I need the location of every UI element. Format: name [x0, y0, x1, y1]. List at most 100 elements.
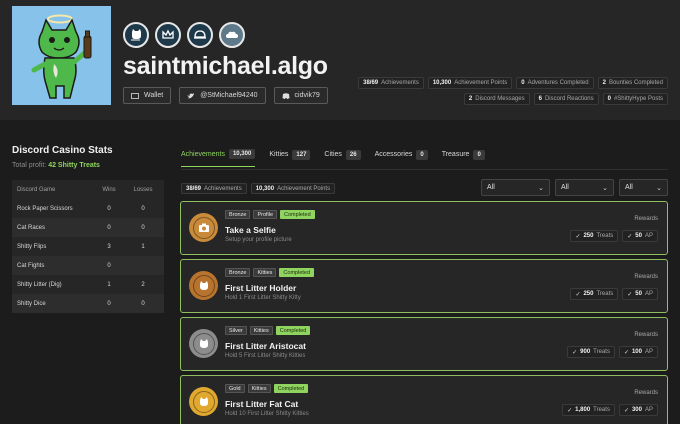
achievement-description: Hold 5 First Litter Shitty Kitties — [225, 353, 306, 359]
tab-accessories[interactable]: Accessories 0 — [375, 149, 428, 167]
table-row: Shitty Litter (Dig) 1 2 — [17, 281, 145, 288]
tab-kitties[interactable]: Kitties 127 — [269, 149, 311, 167]
achievement-badge — [189, 271, 218, 300]
rewards-label: Rewards — [634, 332, 658, 338]
filter-select-3[interactable]: All ⌄ — [619, 179, 668, 196]
check-icon: ✓ — [575, 233, 581, 240]
summary-achievement-points: 10,300 Achievement Points — [250, 183, 336, 194]
table-row: Shitty Dice 0 0 — [12, 294, 164, 313]
tab-achievements[interactable]: Achievements 10,300 — [181, 149, 256, 167]
rewards: ✓ 250 Treats ✓ 50 AP — [570, 230, 658, 242]
status-badge: Completed — [275, 326, 311, 335]
achievement-title: First Litter Fat Cat — [225, 399, 299, 409]
stat-bounties: 2 Bounties Completed — [597, 77, 668, 89]
achievement-card[interactable]: Bronze Kitties Completed First Litter Ho… — [180, 259, 668, 313]
treats-reward: ✓ 1,800 Treats — [562, 404, 615, 416]
summary-achievements: 38/69 Achievements — [181, 183, 247, 194]
status-badge: Completed — [280, 210, 315, 219]
username: saintmichael.algo — [123, 52, 328, 80]
table-row: Cat Fights 0 — [12, 256, 164, 275]
rewards-label: Rewards — [634, 216, 658, 222]
tab-treasure[interactable]: Treasure 0 — [442, 149, 485, 167]
achievement-tags: Bronze Kitties Completed — [225, 268, 315, 277]
profile-stats-row-1: 38/69 Achievements 10,300 Achievement Poin… — [358, 77, 668, 89]
ap-reward: ✓ 50 AP — [622, 288, 658, 300]
achievement-badge — [189, 329, 218, 358]
table-row: Rock Paper Scissors 0 0 — [17, 205, 145, 212]
discord-link[interactable]: cidvik79 — [273, 87, 328, 104]
treats-reward: ✓ 250 Treats — [570, 230, 619, 242]
check-icon: ✓ — [567, 407, 573, 414]
check-icon: ✓ — [623, 407, 629, 414]
stat-adventures: 0 Adventures Completed — [516, 77, 594, 89]
check-icon: ✓ — [623, 349, 629, 356]
achievement-badge — [189, 213, 218, 242]
achievement-description: Setup your profile picture — [225, 237, 292, 243]
achievement-card[interactable]: Silver Kitties Completed First Litter Ar… — [180, 317, 668, 371]
category-tag: Kitties — [247, 384, 271, 393]
crown-badge-icon[interactable] — [155, 22, 181, 48]
achievement-summary: 38/69 Achievements 10,300 Achievement Poin… — [181, 183, 336, 194]
discord-icon — [282, 92, 290, 99]
profile-stats-row-2: 2 Discord Messages 6 Discord Reactions 0 #S… — [463, 93, 668, 105]
table-row: Shitty Flips 3 1 — [17, 243, 145, 250]
achievement-tags: Bronze Profile Completed — [225, 210, 315, 219]
achievement-title: First Litter Aristocat — [225, 341, 306, 351]
filter-select-2[interactable]: All ⌄ — [555, 179, 614, 196]
total-profit: Total profit: 42 Shitty Treats — [12, 162, 100, 169]
tier-tag: Bronze — [225, 210, 251, 219]
table-header: Discord Game Wins Losses — [12, 180, 164, 199]
profile-links: Wallet @StMichael94240 cidvik79 — [123, 87, 328, 104]
check-icon: ✓ — [627, 233, 633, 240]
rewards: ✓ 250 Treats ✓ 50 AP — [570, 288, 658, 300]
category-tag: Kitties — [249, 326, 273, 335]
casino-table: Discord Game Wins Losses Rock Paper Scis… — [12, 180, 164, 313]
status-badge: Completed — [273, 384, 309, 393]
stat-discord-reactions: 6 Discord Reactions — [533, 93, 599, 105]
profit-value: 42 Shitty Treats — [48, 162, 100, 169]
achievement-card[interactable]: Gold Kitties Completed First Litter Fat … — [180, 375, 668, 424]
wallet-icon — [131, 92, 139, 99]
tab-cities[interactable]: Cities 26 — [324, 149, 361, 167]
casino-title: Discord Casino Stats — [12, 145, 113, 156]
wallet-link[interactable]: Wallet — [123, 87, 172, 104]
content-tabs: Achievements 10,300 Kitties 127 Cities 26 A… — [181, 149, 485, 167]
cat-icon — [192, 274, 215, 297]
cloud-badge-icon[interactable] — [219, 22, 245, 48]
rewards: ✓ 900 Treats ✓ 100 AP — [567, 346, 658, 358]
discord-label: cidvik79 — [294, 92, 320, 99]
treats-reward: ✓ 900 Treats — [567, 346, 615, 358]
profile-header: saintmichael.algo Wallet @StMichael94240… — [0, 0, 680, 120]
stat-shittyhype-posts: 0 #ShittyHype Posts — [602, 93, 668, 105]
category-tag: Profile — [253, 210, 278, 219]
ap-reward: ✓ 300 AP — [618, 404, 658, 416]
twitter-label: @StMichael94240 — [200, 92, 258, 99]
stat-achievements: 38/69 Achievements — [358, 77, 424, 89]
cat-badge-icon[interactable] — [123, 22, 149, 48]
helmet-badge-icon[interactable] — [187, 22, 213, 48]
rewards-label: Rewards — [634, 390, 658, 396]
table-row: Cat Races 0 0 — [12, 218, 164, 237]
tier-tag: Gold — [225, 384, 245, 393]
achievement-title: First Litter Holder — [225, 283, 297, 293]
filter-select-1[interactable]: All ⌄ — [481, 179, 550, 196]
check-icon: ✓ — [627, 291, 633, 298]
cat-icon — [192, 332, 215, 355]
stat-discord-messages: 2 Discord Messages — [463, 93, 530, 105]
rewards: ✓ 1,800 Treats ✓ 300 AP — [562, 404, 658, 416]
ap-reward: ✓ 50 AP — [622, 230, 658, 242]
chevron-down-icon: ⌄ — [656, 184, 662, 192]
wallet-label: Wallet — [144, 92, 164, 99]
stat-achievement-points: 10,300 Achievement Points — [427, 77, 513, 89]
ap-reward: ✓ 100 AP — [618, 346, 658, 358]
zombie-cat-avatar-icon — [31, 14, 92, 99]
badge-row — [123, 22, 245, 48]
check-icon: ✓ — [575, 291, 581, 298]
achievement-card[interactable]: Bronze Profile Completed Take a Selfie S… — [180, 201, 668, 255]
avatar — [12, 6, 111, 105]
chevron-down-icon: ⌄ — [602, 184, 608, 192]
twitter-link[interactable]: @StMichael94240 — [179, 87, 266, 104]
achievement-title: Take a Selfie — [225, 225, 276, 235]
achievement-description: Hold 10 First Litter Shitty Kitties — [225, 411, 309, 417]
achievement-tags: Gold Kitties Completed — [225, 384, 309, 393]
